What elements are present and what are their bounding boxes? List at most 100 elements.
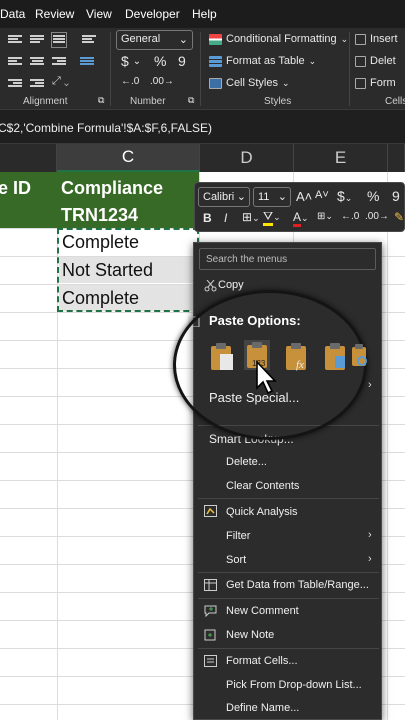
group-divider (200, 32, 201, 106)
menu-data[interactable]: Data (0, 7, 25, 21)
note-icon (204, 629, 216, 641)
menu-review[interactable]: Review (35, 7, 74, 21)
delete-button[interactable]: Delet (355, 55, 396, 67)
conditional-formatting-button[interactable]: Conditional Formatting ⌄ (209, 33, 348, 45)
svg-text:fx: fx (296, 359, 304, 371)
column-header-c[interactable]: C (57, 144, 200, 172)
align-bottom-icon[interactable] (51, 32, 67, 48)
mini-toolbar: Calibri ⌄ 11 ⌄ A˄ A˅ $⌄ % 9 B I ⊞⌄ ⛛⌄ A⌄ ⊞… (194, 182, 405, 232)
chevron-right-icon: › (368, 553, 372, 565)
increase-indent-icon[interactable] (30, 78, 44, 90)
menu-new-note[interactable]: New Note (226, 629, 274, 641)
increase-decimal-button[interactable]: ←.0 (121, 76, 139, 87)
shrink-font-button[interactable]: A˅ (315, 189, 329, 201)
menu-new-comment[interactable]: New Comment (226, 605, 299, 617)
align-top-icon[interactable] (8, 34, 22, 46)
menu-divider (198, 572, 379, 573)
paste-formulas-icon[interactable]: fx (284, 342, 310, 372)
borders-icon[interactable]: ⊞⌄ (242, 210, 260, 224)
align-middle-icon[interactable] (30, 34, 44, 46)
accounting-format-button[interactable]: $⌄ (337, 188, 352, 204)
number-launcher-icon[interactable]: ⧉ (188, 95, 194, 106)
conditional-formatting-icon (209, 33, 222, 45)
menu-help[interactable]: Help (192, 7, 217, 21)
align-center-icon[interactable] (30, 56, 44, 68)
menu-divider (198, 498, 379, 499)
format-painter-icon[interactable]: ✎ (394, 210, 404, 224)
menu-view[interactable]: View (86, 7, 112, 21)
decrease-decimal-icon[interactable]: .00→ (365, 211, 389, 222)
menu-get-data[interactable]: Get Data from Table/Range... (226, 579, 369, 591)
alignment-group-label: Alignment (23, 96, 68, 107)
table-icon (204, 579, 217, 591)
formula-text[interactable]: C$2,'Combine Formula'!$A:$F,6,FALSE) (0, 121, 212, 135)
number-format-select[interactable]: General ⌄ (116, 30, 193, 50)
italic-button[interactable]: I (224, 211, 227, 225)
group-divider (110, 32, 111, 106)
grow-font-button[interactable]: A˄ (296, 189, 312, 204)
menu-divider (198, 425, 379, 426)
format-as-table-icon (209, 55, 222, 67)
menu-copy[interactable]: Copy (218, 279, 244, 291)
menu-delete[interactable]: Delete... (226, 456, 267, 468)
menu-smart-lookup[interactable]: Smart Lookup... (209, 432, 294, 446)
chevron-down-icon: ⌄ (277, 191, 287, 203)
increase-decimal-button[interactable]: ⊞⌄ (317, 211, 333, 222)
fill-color-icon[interactable]: ⛛⌄ (263, 209, 281, 226)
menu-filter[interactable]: Filter (226, 530, 250, 542)
scissors-icon (204, 280, 217, 292)
menu-quick-analysis[interactable]: Quick Analysis (226, 506, 298, 518)
alignment-launcher-icon[interactable]: ⧉ (98, 95, 104, 106)
header-cell-compliance[interactable]: Compliance TRN1234 (57, 172, 199, 228)
menu-define-name[interactable]: Define Name... (226, 702, 299, 714)
menu-format-cells[interactable]: Format Cells... (226, 655, 298, 667)
percent-style-button[interactable]: % (154, 53, 166, 69)
align-left-icon[interactable] (8, 56, 22, 68)
paste-formatting-icon[interactable] (323, 342, 349, 372)
column-header-e[interactable]: E (294, 144, 388, 172)
column-header-b[interactable] (0, 144, 57, 172)
header-cell-id[interactable]: e ID (0, 172, 57, 228)
format-button[interactable]: Form (355, 77, 396, 89)
insert-button[interactable]: Insert (355, 33, 398, 45)
font-color-button[interactable]: A⌄ (293, 210, 309, 227)
paste-icon[interactable] (209, 342, 235, 372)
chevron-right-icon[interactable]: › (368, 379, 372, 391)
paste-options-label: Paste Options: (209, 313, 301, 328)
bold-button[interactable]: B (203, 211, 212, 225)
font-name-select[interactable]: Calibri ⌄ (198, 187, 250, 207)
format-as-table-button[interactable]: Format as Table ⌄ (209, 55, 316, 67)
menu-pick-from-list[interactable]: Pick From Drop-down List... (226, 679, 362, 691)
accounting-format-button[interactable]: $⌄ (121, 53, 141, 69)
orientation-icon[interactable]: ⤢ ⌄ (52, 75, 69, 88)
menu-developer[interactable]: Developer (125, 7, 180, 21)
comma-style-button[interactable]: 9 (392, 188, 400, 204)
menu-clear-contents[interactable]: Clear Contents (226, 480, 299, 492)
formula-bar[interactable]: C$2,'Combine Formula'!$A:$F,6,FALSE) (0, 110, 405, 144)
cells-group-label: Cells (385, 96, 405, 107)
increase-decimal-icon[interactable]: ←.0 (341, 211, 359, 222)
gridline (387, 172, 388, 720)
paste-link-icon[interactable] (351, 344, 369, 368)
wrap-text-icon[interactable] (82, 34, 96, 46)
group-divider (349, 32, 350, 106)
decrease-decimal-button[interactable]: .00→ (150, 76, 174, 87)
cell-styles-button[interactable]: Cell Styles ⌄ (209, 77, 290, 89)
percent-style-button[interactable]: % (367, 188, 379, 204)
delete-icon (355, 55, 366, 67)
search-menus-input[interactable]: Search the menus (199, 248, 376, 270)
align-right-icon[interactable] (52, 56, 66, 68)
decrease-indent-icon[interactable] (8, 78, 22, 90)
merge-center-icon[interactable] (80, 56, 94, 68)
column-header-d[interactable]: D (200, 144, 294, 172)
menu-sort[interactable]: Sort (226, 554, 246, 566)
chevron-down-icon: ⌄ (236, 191, 246, 203)
column-header-f[interactable] (388, 144, 405, 172)
menu-divider (198, 598, 379, 599)
format-icon (355, 77, 366, 89)
comma-style-button[interactable]: 9 (178, 53, 186, 69)
chevron-right-icon: › (368, 529, 372, 541)
format-cells-icon (204, 655, 217, 667)
font-size-select[interactable]: 11 ⌄ (253, 187, 291, 207)
styles-group-label: Styles (264, 96, 292, 107)
